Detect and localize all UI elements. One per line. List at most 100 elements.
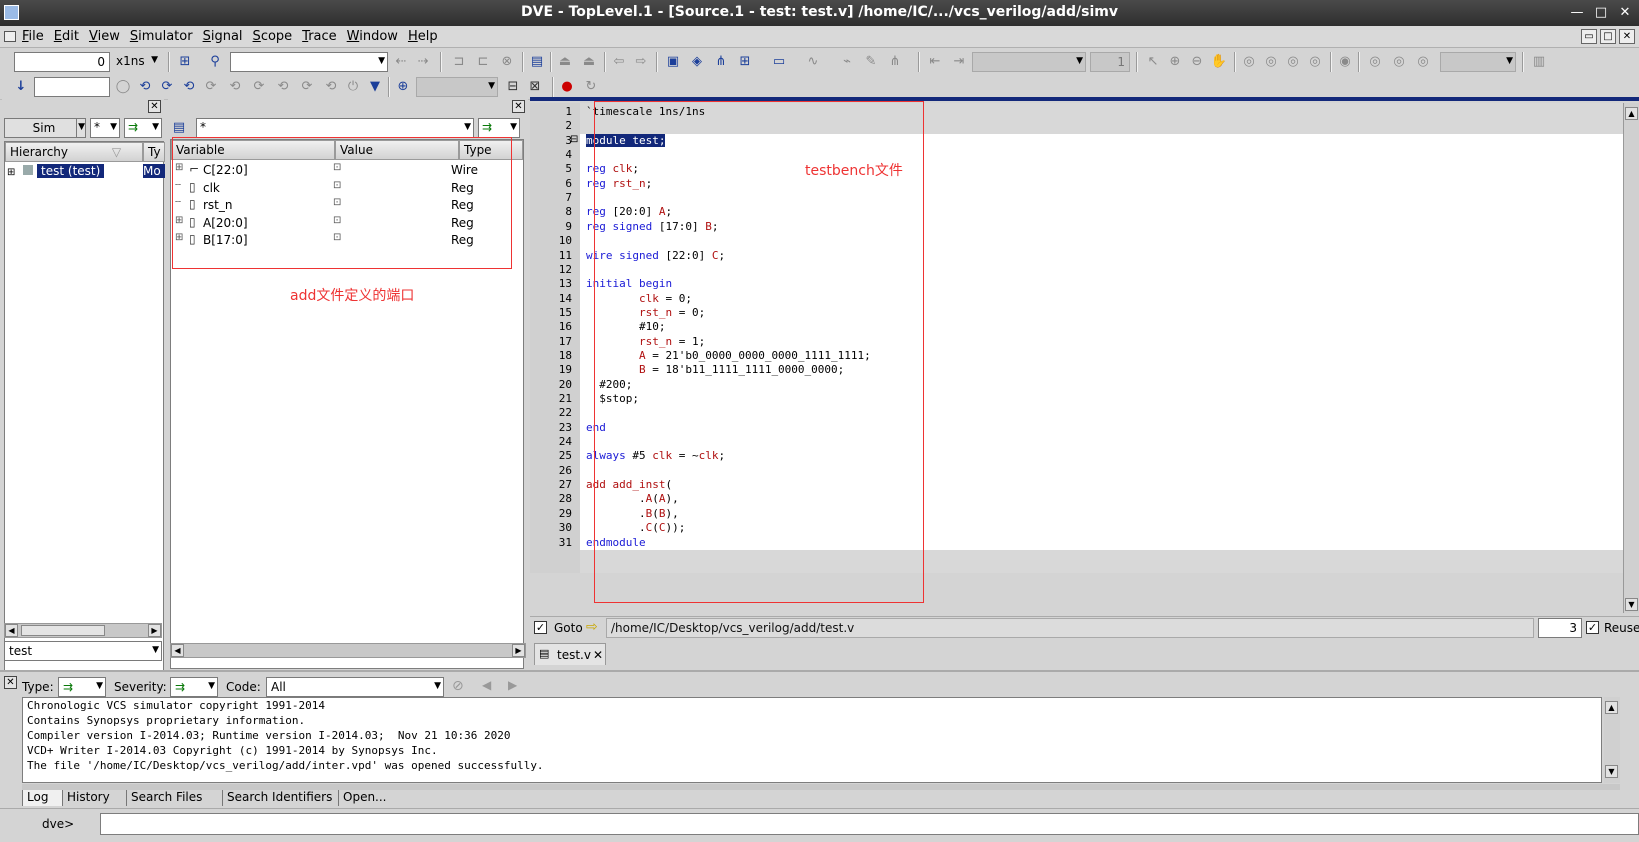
menu-edit[interactable]: Edit	[54, 29, 79, 44]
zoom-region-icon[interactable]: ◉	[1336, 53, 1354, 71]
type-column-header[interactable]: Ty	[143, 142, 165, 162]
hierarchy-filter-type-select[interactable]: ⇉ ▼	[124, 118, 162, 138]
code-filter-select[interactable]: All ▼	[266, 677, 444, 697]
console-tab[interactable]: Search Files	[126, 790, 222, 806]
source-view-icon[interactable]: ▣	[664, 53, 682, 71]
down-icon[interactable]: ⏏	[580, 53, 598, 71]
pan-hand-icon[interactable]: ✋	[1210, 53, 1228, 71]
hierarchy-search-input[interactable]: test ▼	[4, 641, 162, 661]
filter-icon[interactable]: ⋔	[886, 53, 904, 71]
goto-icon[interactable]: ⟲	[322, 78, 340, 96]
console-close-icon[interactable]: ✕	[4, 676, 17, 689]
step-over-icon[interactable]: ⟲	[180, 78, 198, 96]
terminate-icon[interactable]: ⏻	[344, 78, 362, 96]
find-prev-icon[interactable]: ⇠	[392, 53, 410, 71]
variable-view-icon[interactable]: ▤	[170, 119, 188, 137]
console-vscrollbar[interactable]: ▲ ▼	[1604, 697, 1620, 783]
sim-button[interactable]: Sim	[4, 118, 84, 138]
stop-icon[interactable]: ◯	[114, 78, 132, 96]
menu-window[interactable]: Window	[347, 29, 398, 44]
goto-checkbox[interactable]: ✓	[534, 621, 547, 634]
expand-icon[interactable]: ⊞	[7, 167, 15, 178]
hierarchy-row-test[interactable]: ⊞ test (test) Mo	[5, 164, 165, 181]
waveform-icon[interactable]: ∿	[804, 53, 822, 71]
console-tab[interactable]: Log	[22, 790, 62, 806]
compare-icon[interactable]: ⊟	[504, 78, 522, 96]
step-icon[interactable]: ⊐	[450, 53, 468, 71]
next-icon[interactable]: ⊏	[474, 53, 492, 71]
next-message-icon[interactable]: ▶	[508, 678, 517, 692]
marker-left-icon[interactable]: ⇤	[926, 53, 944, 71]
refresh-icon[interactable]: ↻	[582, 78, 600, 96]
zoom-area-icon[interactable]: ◎	[1284, 53, 1302, 71]
zoom-full-icon[interactable]: ◎	[1240, 53, 1258, 71]
step-down-icon[interactable]: ↓	[12, 78, 30, 96]
checkpoint-icon[interactable]: ⟳	[298, 78, 316, 96]
type-filter-select[interactable]: ⇉ ▼	[58, 677, 106, 697]
menu-simulator[interactable]: Simulator	[130, 29, 193, 44]
mdi-maximize-button[interactable]: □	[1600, 29, 1616, 44]
signal-trace-icon[interactable]: ⌁	[838, 53, 856, 71]
add-signal-icon[interactable]: ⊕	[394, 78, 412, 96]
menu-signal[interactable]: Signal	[203, 29, 243, 44]
menu-trace[interactable]: Trace	[302, 29, 337, 44]
menu-view[interactable]: View	[89, 29, 120, 44]
minimize-button[interactable]: —	[1567, 3, 1587, 23]
find-input[interactable]: ▼	[230, 52, 388, 72]
mdi-restore-button[interactable]: ▭	[1581, 29, 1597, 44]
variable-filter-input[interactable]: * ▼	[196, 118, 474, 138]
schematic-icon[interactable]: ◈	[688, 53, 706, 71]
maximize-button[interactable]: □	[1591, 3, 1611, 23]
variable-filter-type-select[interactable]: ⇉ ▼	[478, 118, 520, 138]
dropdown-icon[interactable]: ▼	[366, 78, 384, 96]
grid-icon[interactable]: ▥	[1530, 53, 1548, 71]
console-tab[interactable]: History	[62, 790, 126, 806]
record-icon[interactable]: ●	[558, 78, 576, 96]
zoom-out-icon[interactable]: ⊖	[1188, 53, 1206, 71]
close-button[interactable]: ✕	[1615, 3, 1635, 23]
zoom-center-icon[interactable]: ◎	[1390, 53, 1408, 71]
marker-right-icon[interactable]: ⇥	[950, 53, 968, 71]
signal-search-icon[interactable]: ⊞	[176, 53, 194, 71]
tab-close-icon[interactable]: ✕	[593, 648, 603, 662]
continue-icon[interactable]: ⟳	[158, 78, 176, 96]
goto-arrow-icon[interactable]: ⇨	[586, 619, 598, 635]
path-schematic-icon[interactable]: ⋔	[712, 53, 730, 71]
find-next-icon[interactable]: ⇢	[414, 53, 432, 71]
console-tab[interactable]: Open...	[338, 790, 400, 806]
fold-collapse-icon[interactable]: ⊟	[570, 134, 578, 145]
line-number-input[interactable]: 3	[1538, 618, 1582, 638]
hierarchy-hscrollbar[interactable]: ◀ ▶	[4, 623, 162, 638]
rewind-icon[interactable]: ⟲	[274, 78, 292, 96]
reuse-checkbox[interactable]: ✓	[1586, 621, 1599, 634]
time-unit-select[interactable]: x1ns ▼	[112, 52, 160, 72]
driver-icon[interactable]: ⊗	[498, 53, 516, 71]
hierarchy-icon[interactable]: ⊞	[736, 53, 754, 71]
up-icon[interactable]: ⏏	[556, 53, 574, 71]
pointer-icon[interactable]: ↖	[1144, 53, 1162, 71]
zoom-prev-icon[interactable]: ◎	[1306, 53, 1324, 71]
back-icon[interactable]: ⇦	[610, 53, 628, 71]
variable-close-icon[interactable]: ✕	[512, 100, 525, 113]
hierarchy-close-icon[interactable]: ✕	[148, 100, 161, 113]
variable-hscrollbar[interactable]: ◀ ▶	[170, 643, 526, 658]
window-menu-icon[interactable]	[4, 31, 16, 42]
zoom-left-icon[interactable]: ◎	[1366, 53, 1384, 71]
menu-help[interactable]: Help	[408, 29, 438, 44]
menu-file[interactable]: File	[22, 29, 44, 44]
console-log[interactable]: Chronologic VCS simulator copyright 1991…	[22, 697, 1602, 783]
severity-filter-select[interactable]: ⇉ ▼	[170, 677, 218, 697]
zoom-right-icon[interactable]: ◎	[1414, 53, 1432, 71]
console-tab[interactable]: Search Identifiers	[222, 790, 338, 806]
zoom-in-icon[interactable]: ⊕	[1166, 53, 1184, 71]
step-out-icon[interactable]: ⟲	[226, 78, 244, 96]
menu-scope[interactable]: Scope	[253, 29, 293, 44]
hierarchy-column-header[interactable]: Hierarchy ▽	[5, 142, 143, 162]
tab-test-v[interactable]: ▤ test.v ✕	[534, 643, 606, 665]
command-input[interactable]	[100, 813, 1639, 835]
find-icon[interactable]: ⚲	[206, 53, 224, 71]
mdi-close-button[interactable]: ✕	[1619, 29, 1635, 44]
breakpoint-icon[interactable]: ▤	[528, 53, 546, 71]
hierarchy-filter-input[interactable]: * ▼	[90, 118, 120, 138]
prev-message-icon[interactable]: ◀	[482, 678, 491, 692]
